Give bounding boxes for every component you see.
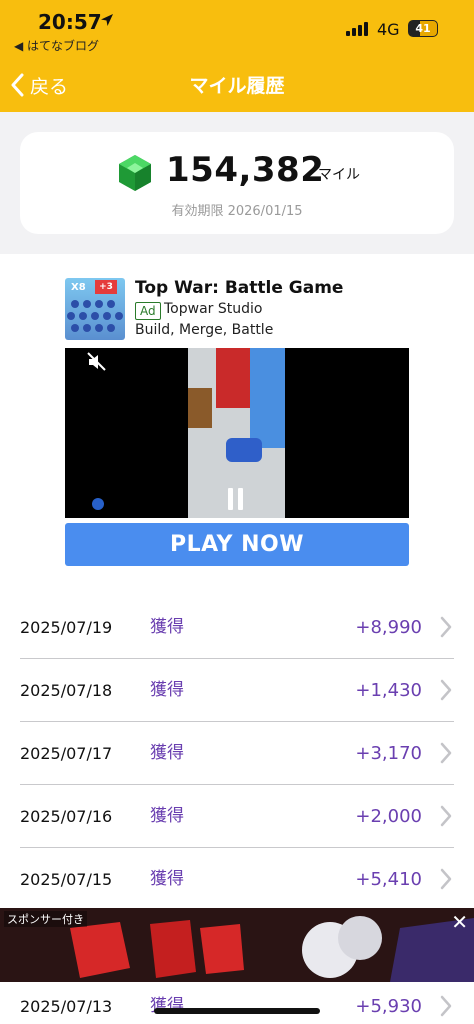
history-type: 獲得 [150, 869, 184, 889]
pause-icon[interactable] [225, 486, 247, 512]
history-row[interactable]: 2025/07/13 獲得 +5,930 [0, 975, 474, 1024]
history-row[interactable]: 2025/07/15 獲得 +5,410 [0, 848, 474, 911]
history-date: 2025/07/18 [20, 681, 113, 700]
chevron-right-icon [440, 679, 452, 701]
history-row[interactable]: 2025/07/16 獲得 +2,000 [0, 785, 474, 848]
ad-unit[interactable]: X8 +3 Top War: Battle Game Ad Topwar Stu… [55, 272, 419, 577]
ad-advertiser: Topwar Studio [164, 301, 263, 317]
chevron-right-icon [440, 868, 452, 890]
header-bar: 20:57 ◀ はてなブログ 4G 41 戻る マイル履歴 [0, 0, 474, 112]
ad-info-icon[interactable] [92, 498, 104, 510]
ad-thumb-bonus: +3 [95, 280, 117, 294]
status-time: 20:57 [38, 10, 102, 34]
ad-badge: Ad [135, 302, 161, 320]
history-date: 2025/07/16 [20, 807, 113, 826]
gem-icon [119, 155, 151, 191]
sponsor-banner[interactable]: スポンサー付き ✕ [0, 908, 474, 982]
history-amount: +8,990 [355, 617, 422, 638]
ad-tagline: Build, Merge, Battle [135, 322, 274, 338]
miles-expiry: 有効期限 2026/01/15 [171, 204, 303, 219]
history-row[interactable]: 2025/07/17 獲得 +3,170 [0, 722, 474, 785]
mute-icon[interactable] [85, 350, 109, 374]
ad-video-player[interactable] [65, 348, 409, 518]
history-amount: +1,430 [355, 680, 422, 701]
history-date: 2025/07/17 [20, 744, 113, 763]
history-amount: +3,170 [355, 743, 422, 764]
battery-icon: 41 [408, 20, 438, 37]
ad-title[interactable]: Top War: Battle Game [135, 278, 343, 298]
history-row[interactable]: 2025/07/18 獲得 +1,430 [0, 659, 474, 722]
battery-level: 41 [415, 22, 431, 35]
chevron-right-icon [440, 616, 452, 638]
ad-app-icon[interactable]: X8 +3 [65, 278, 125, 340]
history-type: 獲得 [150, 680, 184, 700]
play-now-button[interactable]: PLAY NOW [65, 523, 409, 566]
signal-icon [346, 22, 370, 36]
history-date: 2025/07/15 [20, 870, 113, 889]
page-title: マイル履歴 [189, 75, 285, 97]
history-type: 獲得 [150, 996, 184, 1016]
miles-unit: マイル [318, 167, 360, 183]
history-row[interactable]: 2025/07/19 獲得 +8,990 [0, 596, 474, 659]
sponsored-label: スポンサー付き [4, 911, 87, 927]
history-date: 2025/07/13 [20, 997, 113, 1016]
history-type: 獲得 [150, 617, 184, 637]
chevron-right-icon [440, 995, 452, 1017]
chevron-right-icon [440, 742, 452, 764]
home-indicator[interactable] [154, 1008, 320, 1014]
ad-thumb-soldiers-icon [67, 300, 123, 332]
history-date: 2025/07/19 [20, 618, 113, 637]
history-amount: +5,930 [355, 996, 422, 1017]
ad-thumb-multiplier: X8 [71, 282, 86, 293]
history-amount: +2,000 [355, 806, 422, 827]
close-banner-button[interactable]: ✕ [451, 912, 468, 932]
miles-balance: 154,382 [166, 150, 325, 190]
location-arrow-icon [101, 14, 113, 26]
network-type: 4G [377, 20, 400, 39]
history-type: 獲得 [150, 806, 184, 826]
back-to-app-link[interactable]: ◀ はてなブログ [14, 37, 99, 54]
chevron-right-icon [440, 805, 452, 827]
history-amount: +5,410 [355, 869, 422, 890]
miles-summary-card: 154,382 マイル 有効期限 2026/01/15 [20, 132, 454, 234]
history-type: 獲得 [150, 743, 184, 763]
